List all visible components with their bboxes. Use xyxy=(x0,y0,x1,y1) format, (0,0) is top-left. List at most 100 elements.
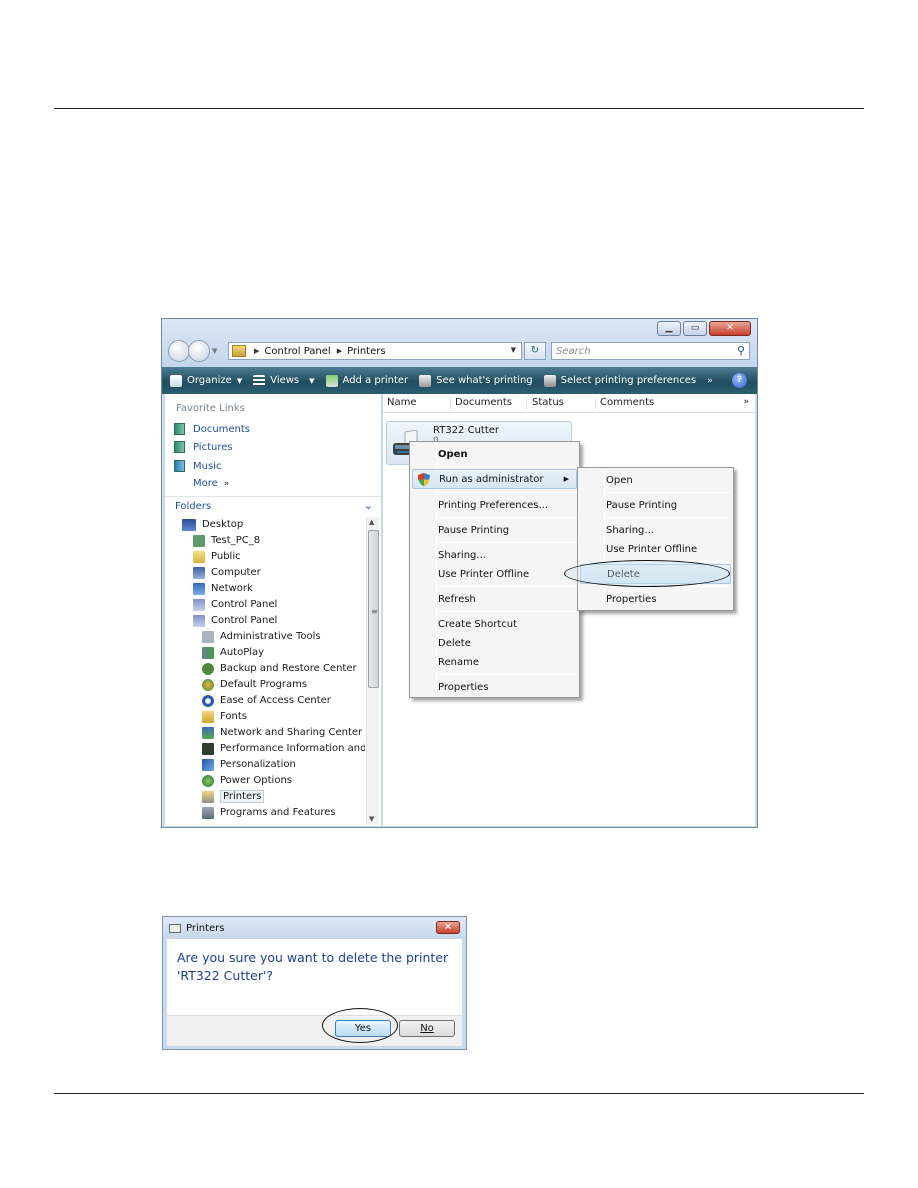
tree-item-network-sharing[interactable]: Network and Sharing Center xyxy=(202,725,362,740)
menu-item-rename[interactable]: Rename xyxy=(412,652,577,672)
breadcrumb-arrow-icon[interactable]: ▶ xyxy=(337,347,342,355)
delete-printer-dialog: Printers × Are you sure you want to dele… xyxy=(162,916,467,1050)
menu-item-delete[interactable]: Delete xyxy=(412,633,577,653)
menu-item-use-printer-offline[interactable]: Use Printer Offline xyxy=(412,564,577,584)
organize-button[interactable]: Organize ▼ xyxy=(170,374,242,387)
page-header-rule xyxy=(54,108,864,109)
autoplay-icon xyxy=(202,646,214,659)
column-comments[interactable]: Comments xyxy=(600,397,720,410)
menu-item-create-shortcut[interactable]: Create Shortcut xyxy=(412,614,577,634)
dialog-body: Are you sure you want to delete the prin… xyxy=(167,939,462,1015)
tree-item-test-pc-8[interactable]: Test_PC_8 xyxy=(193,533,260,548)
navigation-pane: Favorite Links Documents Pictures Music … xyxy=(165,394,382,826)
menu-item-run-as-administrator[interactable]: Run as administrator ▶ xyxy=(412,469,577,489)
menu-item-open[interactable]: Open xyxy=(412,444,577,464)
no-button-label: No xyxy=(420,1023,434,1034)
scroll-down-icon[interactable]: ▼ xyxy=(369,815,374,823)
close-button[interactable]: ✕ xyxy=(709,321,751,336)
address-bar[interactable]: ▶ Control Panel ▶ Printers ▼ xyxy=(228,342,522,360)
folder-icon xyxy=(193,550,205,563)
menu-item-pause-printing[interactable]: Pause Printing xyxy=(412,520,577,540)
search-box[interactable]: ⚲ xyxy=(551,342,750,360)
tree-item-printers[interactable]: Printers xyxy=(202,789,265,804)
organize-icon xyxy=(170,374,182,387)
breadcrumb-arrow-icon[interactable]: ▶ xyxy=(254,347,259,355)
recent-pages-dropdown[interactable]: ▼ xyxy=(212,347,217,355)
menu-separator xyxy=(438,517,577,518)
menu-separator xyxy=(438,492,577,493)
search-input[interactable] xyxy=(556,345,726,357)
user-folder-icon xyxy=(193,534,205,547)
refresh-button[interactable]: ↻ xyxy=(524,342,546,360)
no-button[interactable]: No xyxy=(399,1020,455,1037)
views-button[interactable]: Views ▼ xyxy=(253,374,315,387)
control-panel-icon xyxy=(193,614,205,627)
tree-item-programs-features[interactable]: Programs and Features xyxy=(202,805,336,820)
tree-item-default-programs[interactable]: Default Programs xyxy=(202,677,307,692)
search-icon[interactable]: ⚲ xyxy=(737,344,745,357)
column-header-row: Name Documents Status Comments » xyxy=(383,394,755,413)
network-icon xyxy=(193,582,205,595)
folders-header[interactable]: Folders ⌄ xyxy=(165,496,381,516)
tree-item-power-options[interactable]: Power Options xyxy=(202,773,292,788)
column-status[interactable]: Status xyxy=(532,397,596,410)
submenu-item-properties[interactable]: Properties xyxy=(580,589,731,609)
menu-item-printing-preferences[interactable]: Printing Preferences... xyxy=(412,495,577,515)
tree-item-network[interactable]: Network xyxy=(193,581,253,596)
printer-context-menu: Open Run as administrator ▶ Printing Pre… xyxy=(409,441,580,698)
column-name[interactable]: Name xyxy=(387,397,451,410)
tree-item-administrative-tools[interactable]: Administrative Tools xyxy=(202,629,321,644)
tree-item-personalization[interactable]: Personalization xyxy=(202,757,296,772)
submenu-item-sharing[interactable]: Sharing... xyxy=(580,520,731,540)
maximize-button[interactable]: ▭ xyxy=(683,321,707,336)
submenu-item-use-printer-offline[interactable]: Use Printer Offline xyxy=(580,539,731,559)
favorite-link-music[interactable]: Music xyxy=(174,460,221,472)
tree-item-public[interactable]: Public xyxy=(193,549,241,564)
menu-item-properties[interactable]: Properties xyxy=(412,677,577,697)
favorite-links-more[interactable]: More » xyxy=(193,478,229,489)
toolbar-overflow-button[interactable]: » xyxy=(707,376,713,386)
address-dropdown-icon[interactable]: ▼ xyxy=(511,346,516,354)
select-printing-preferences-button[interactable]: Select printing preferences xyxy=(543,374,696,387)
submenu-item-open[interactable]: Open xyxy=(580,470,731,490)
menu-item-refresh[interactable]: Refresh xyxy=(412,589,577,609)
back-button[interactable] xyxy=(168,340,190,362)
tree-item-computer[interactable]: Computer xyxy=(193,565,261,580)
refresh-icon: ↻ xyxy=(530,345,540,356)
power-options-icon xyxy=(202,774,214,787)
help-button[interactable]: ? xyxy=(732,373,747,388)
music-icon xyxy=(174,460,185,472)
tree-item-backup-restore[interactable]: Backup and Restore Center xyxy=(202,661,357,676)
add-printer-button[interactable]: Add a printer xyxy=(325,374,408,387)
forward-button[interactable] xyxy=(188,340,210,362)
tree-item-control-panel[interactable]: Control Panel xyxy=(193,613,277,628)
menu-item-sharing[interactable]: Sharing... xyxy=(412,545,577,565)
see-whats-printing-button[interactable]: See what's printing xyxy=(419,374,533,387)
tree-item-desktop[interactable]: Desktop xyxy=(182,517,243,532)
scrollbar-thumb[interactable]: ≡ xyxy=(368,530,379,688)
tree-item-performance-information[interactable]: Performance Information and To xyxy=(202,741,365,756)
tree-item-fonts[interactable]: Fonts xyxy=(202,709,247,724)
favorite-link-pictures[interactable]: Pictures xyxy=(174,441,233,453)
printers-folder-icon xyxy=(232,345,246,357)
tree-item-ease-of-access[interactable]: Ease of Access Center xyxy=(202,693,331,708)
submenu-item-pause-printing[interactable]: Pause Printing xyxy=(580,495,731,515)
dialog-message: Are you sure you want to delete the prin… xyxy=(177,950,449,983)
minimize-button[interactable]: ▁ xyxy=(657,321,681,336)
tree-item-autoplay[interactable]: AutoPlay xyxy=(202,645,264,660)
favorite-link-documents[interactable]: Documents xyxy=(174,423,250,435)
tree-item-control-panel[interactable]: Control Panel xyxy=(193,597,277,612)
maximize-icon: ▭ xyxy=(690,323,700,333)
menu-separator xyxy=(606,492,731,493)
yes-highlight-annotation xyxy=(322,1008,398,1043)
more-columns-icon[interactable]: » xyxy=(743,397,749,407)
column-documents[interactable]: Documents xyxy=(455,397,527,410)
double-chevron-icon: » xyxy=(223,478,230,489)
menu-separator xyxy=(438,674,577,675)
folder-tree: Desktop Test_PC_8 Public Computer Networ… xyxy=(165,517,365,822)
breadcrumb-printers[interactable]: Printers xyxy=(347,346,385,357)
breadcrumb-control-panel[interactable]: Control Panel xyxy=(264,346,330,357)
dialog-close-button[interactable]: × xyxy=(436,921,460,934)
scroll-up-icon[interactable]: ▲ xyxy=(369,518,374,526)
folder-tree-scrollbar[interactable]: ▲ ≡ ▼ xyxy=(366,517,379,824)
